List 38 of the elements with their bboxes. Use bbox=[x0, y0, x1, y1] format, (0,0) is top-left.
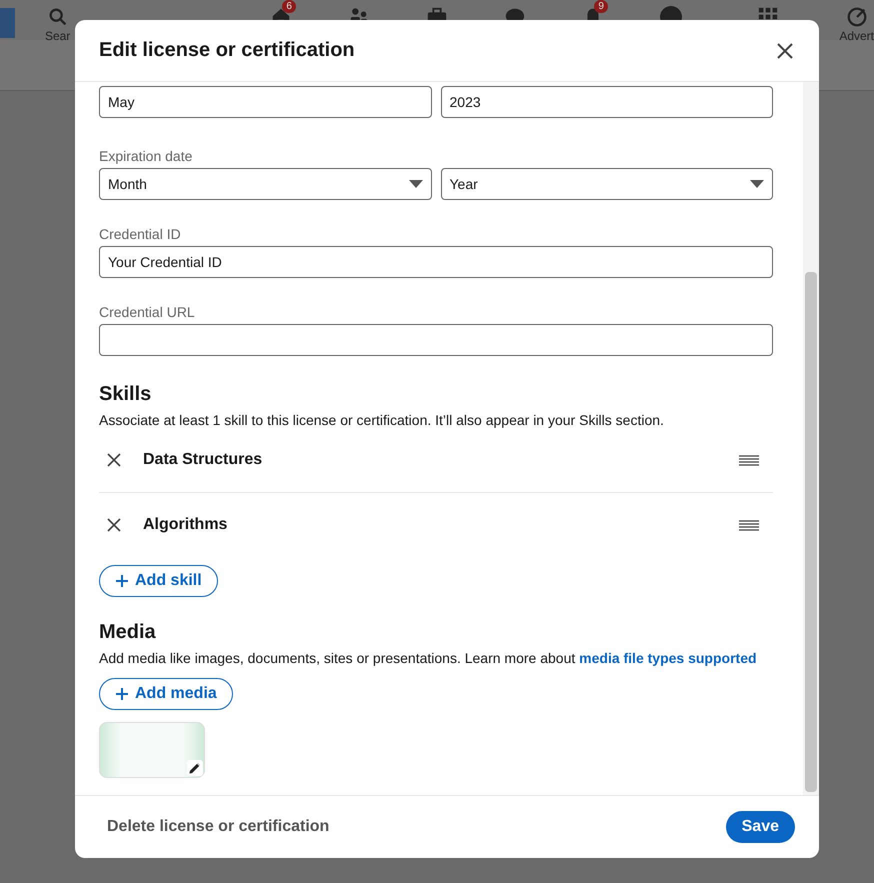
drag-handle-icon[interactable] bbox=[739, 520, 759, 530]
dialog-title: Edit license or certification bbox=[99, 39, 355, 62]
month-dropdown[interactable]: May bbox=[99, 86, 432, 118]
plus-icon bbox=[115, 574, 129, 588]
field-label: Credential ID bbox=[99, 226, 182, 242]
add-skill-button[interactable]: Add skill bbox=[99, 565, 218, 597]
media-types-link[interactable]: media file types supported bbox=[579, 650, 757, 666]
save-button[interactable]: Save bbox=[726, 811, 795, 843]
scrollbar[interactable] bbox=[803, 82, 819, 795]
credential-id-field[interactable]: Your Credential ID bbox=[99, 246, 773, 278]
skill-name: Data Structures bbox=[143, 451, 264, 469]
plus-icon bbox=[115, 687, 129, 701]
year-dropdown[interactable]: Year bbox=[440, 168, 773, 200]
credential-url-field[interactable] bbox=[99, 324, 773, 356]
caret-icon bbox=[408, 180, 422, 188]
close-icon bbox=[775, 40, 795, 60]
advertise-icon[interactable] bbox=[846, 6, 868, 28]
add-media-button[interactable]: Add media bbox=[99, 678, 233, 710]
field-label: Expiration date bbox=[99, 148, 194, 164]
year-dropdown[interactable]: 2023 bbox=[440, 86, 773, 118]
month-dropdown[interactable]: Month bbox=[99, 168, 432, 200]
skill-name: Algorithms bbox=[143, 516, 228, 534]
remove-icon bbox=[107, 518, 121, 532]
delete-button[interactable]: Delete license or certification bbox=[95, 812, 342, 842]
section-description: Add media like images, documents, sites or presentations. Learn more about media file types supported bbox=[99, 650, 758, 666]
caret-icon bbox=[750, 180, 764, 188]
certificate-thumbnail[interactable] bbox=[99, 722, 205, 778]
scrollbar-thumb[interactable] bbox=[805, 272, 817, 792]
section-heading: Media bbox=[99, 621, 157, 644]
notification-badge: 9 bbox=[594, 0, 608, 13]
search-icon[interactable] bbox=[46, 6, 69, 28]
pencil-icon[interactable] bbox=[187, 760, 203, 776]
section-description: Associate at least 1 skill to this license or certification. It’ll also appear in your Skills section. bbox=[99, 412, 665, 428]
notification-badge: 6 bbox=[282, 0, 296, 13]
field-label: Credential URL bbox=[99, 304, 196, 320]
remove-icon bbox=[107, 453, 121, 467]
drag-handle-icon[interactable] bbox=[739, 454, 759, 466]
section-heading: Skills bbox=[99, 383, 152, 406]
